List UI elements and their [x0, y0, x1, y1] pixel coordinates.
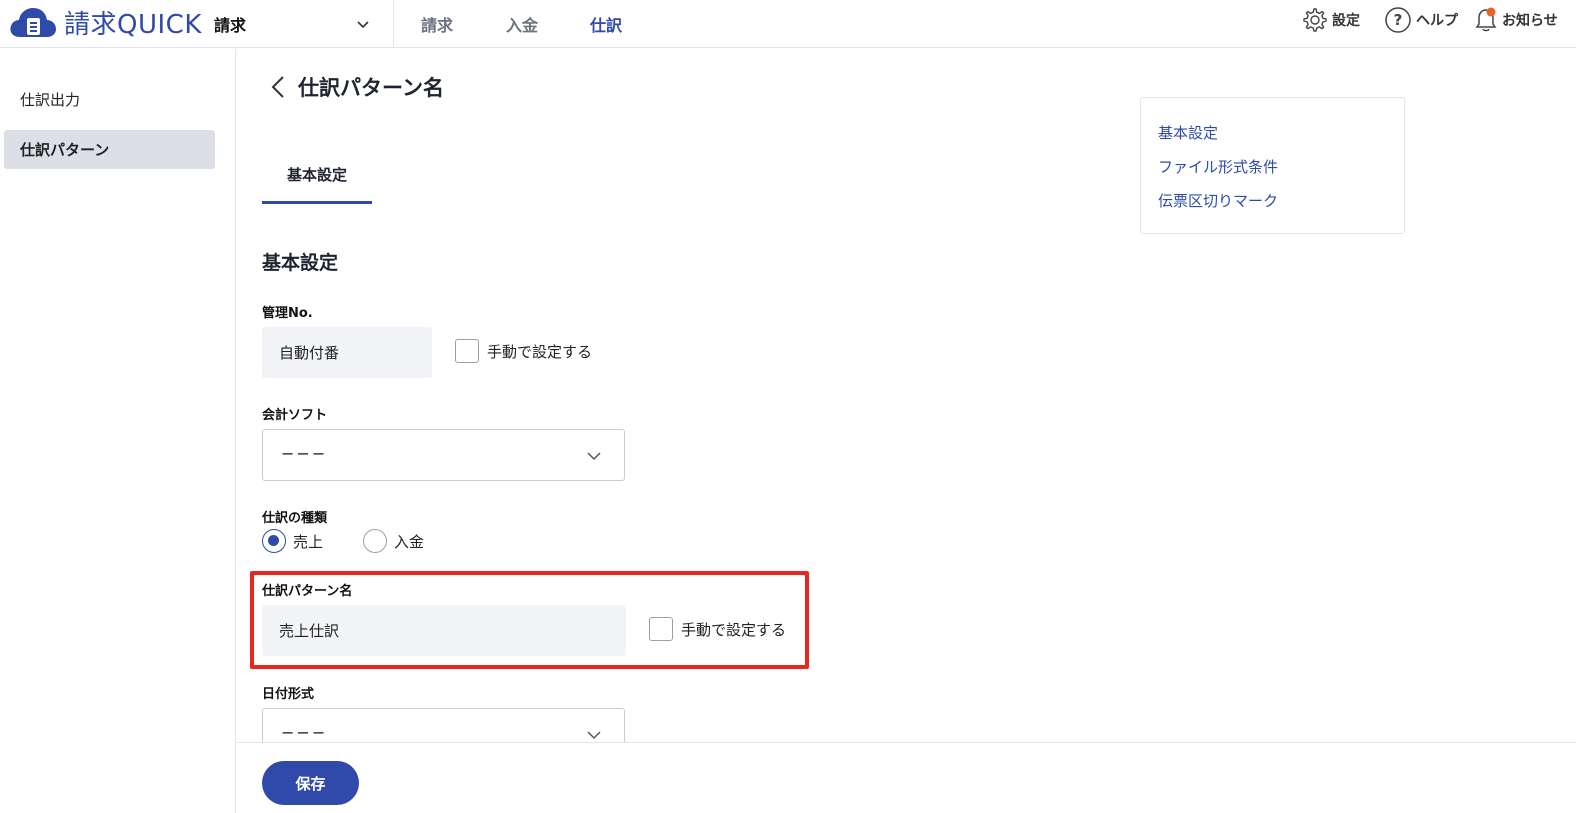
tab-basic-settings[interactable]: 基本設定 — [262, 148, 372, 204]
app-header: 請求QUICK 請求 請求 入金 仕訳 設定 ? ヘルプ お知らせ — [0, 0, 1576, 48]
svg-text:?: ? — [1394, 11, 1403, 29]
cloud-logo-icon — [10, 8, 56, 37]
accounting-software-select[interactable]: −−− — [262, 429, 625, 481]
accounting-software-value: −−− — [281, 444, 328, 463]
toc-link-basic-settings[interactable]: 基本設定 — [1158, 122, 1218, 143]
footer-bar: 保存 — [237, 742, 1576, 813]
chevron-down-icon — [587, 452, 601, 461]
journal-type-label: 仕訳の種類 — [262, 511, 328, 526]
notice-link[interactable]: お知らせ — [1474, 0, 1558, 40]
date-format-label: 日付形式 — [262, 687, 315, 702]
radio-sales-button[interactable] — [262, 529, 286, 553]
nav-tab-payment[interactable]: 入金 — [506, 0, 538, 48]
radio-sales-label: 売上 — [293, 532, 324, 551]
checkbox-label: 手動で設定する — [487, 342, 593, 361]
settings-label: 設定 — [1332, 13, 1360, 29]
help-icon: ? — [1385, 7, 1411, 33]
logo-text: 請求QUICK — [64, 9, 202, 40]
help-link[interactable]: ? ヘルプ — [1384, 0, 1458, 40]
page-title-text: 仕訳パターン名 — [298, 76, 444, 100]
sidebar: 仕訳出力 仕訳パターン — [0, 49, 236, 813]
management-no-field: 自動付番 — [262, 327, 432, 378]
accounting-software-label: 会計ソフト — [262, 408, 328, 423]
radio-payment-label: 入金 — [394, 532, 425, 551]
gear-icon — [1303, 8, 1327, 32]
toc-link-voucher-mark[interactable]: 伝票区切りマーク — [1158, 190, 1278, 211]
date-format-value: −−− — [281, 723, 328, 742]
radio-sales[interactable]: 売上 — [262, 529, 323, 553]
service-select[interactable]: 請求 — [214, 0, 394, 48]
chevron-down-icon — [587, 731, 601, 740]
management-no-manual-checkbox[interactable] — [455, 339, 479, 363]
help-label: ヘルプ — [1416, 13, 1458, 29]
sidebar-item-journal-pattern[interactable]: 仕訳パターン — [4, 130, 215, 169]
notice-label: お知らせ — [1502, 13, 1558, 29]
service-select-value: 請求 — [214, 16, 247, 35]
settings-link[interactable]: 設定 — [1300, 0, 1360, 40]
app-logo[interactable]: 請求QUICK — [8, 4, 202, 40]
save-button[interactable]: 保存 — [262, 761, 359, 805]
management-no-manual-checkbox-row[interactable]: 手動で設定する — [455, 339, 592, 363]
highlight-box — [250, 571, 809, 669]
section-title: 基本設定 — [262, 252, 339, 274]
toc-link-file-format[interactable]: ファイル形式条件 — [1158, 156, 1278, 177]
chevron-down-icon — [357, 21, 369, 29]
radio-payment[interactable]: 入金 — [363, 529, 424, 553]
radio-payment-button[interactable] — [363, 529, 387, 553]
management-no-label: 管理No. — [262, 306, 313, 321]
bell-icon — [1475, 7, 1497, 32]
sidebar-item-journal-output[interactable]: 仕訳出力 — [4, 80, 215, 119]
nav-tab-journal[interactable]: 仕訳 — [590, 0, 622, 48]
back-chevron-icon[interactable] — [268, 73, 288, 101]
table-of-contents: 基本設定 ファイル形式条件 伝票区切りマーク — [1140, 97, 1405, 234]
nav-tab-invoice[interactable]: 請求 — [421, 0, 453, 48]
page-title: 仕訳パターン名 — [268, 70, 444, 104]
